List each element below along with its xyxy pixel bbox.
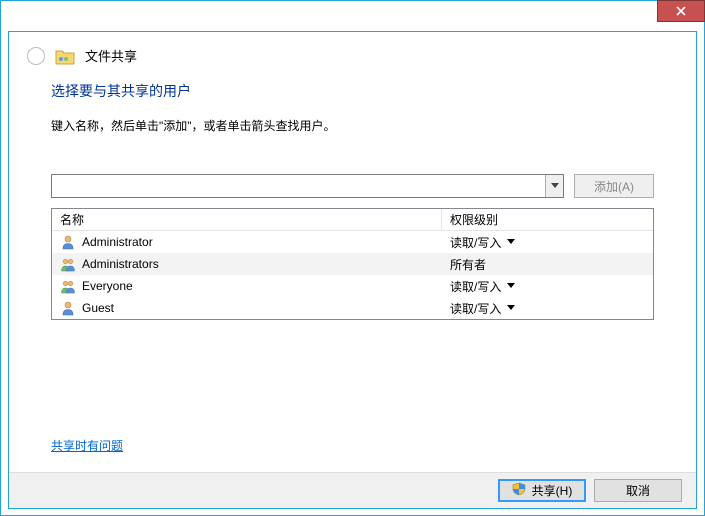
window-title: 文件共享: [85, 46, 137, 65]
chevron-down-icon: [551, 183, 559, 189]
caret-down-icon: [507, 305, 515, 311]
button-footer: 共享(H) 取消: [9, 472, 696, 508]
row-name: Administrators: [82, 257, 159, 271]
content-area: 文件共享 选择要与其共享的用户 键入名称，然后单击"添加"，或者单击箭头查找用户…: [8, 31, 697, 509]
caret-down-icon: [507, 239, 515, 245]
list-header: 名称 权限级别: [52, 209, 653, 231]
column-header-permission[interactable]: 权限级别: [442, 209, 653, 231]
shield-icon: [512, 482, 526, 499]
permission-label: 所有者: [450, 256, 486, 273]
folder-share-icon: [55, 47, 75, 65]
file-sharing-window: 文件共享 选择要与其共享的用户 键入名称，然后单击"添加"，或者单击箭头查找用户…: [0, 0, 705, 516]
permission-label: 读取/写入: [450, 300, 501, 317]
group-icon: [60, 256, 76, 272]
row-name: Everyone: [82, 279, 133, 293]
user-input-row: 添加(A): [51, 174, 654, 198]
user-icon: [60, 234, 76, 250]
list-row[interactable]: Everyone 读取/写入: [52, 275, 653, 297]
user-combobox[interactable]: [51, 174, 564, 198]
caret-down-icon: [507, 283, 515, 289]
permission-cell[interactable]: 读取/写入: [442, 234, 653, 251]
wizard-body: 选择要与其共享的用户 键入名称，然后单击"添加"，或者单击箭头查找用户。 添加(…: [9, 75, 696, 472]
column-header-name[interactable]: 名称: [52, 209, 442, 231]
share-button-label: 共享(H): [532, 482, 573, 499]
help-link-container: 共享时有问题: [51, 437, 654, 454]
help-link[interactable]: 共享时有问题: [51, 439, 123, 453]
combobox-dropdown-button[interactable]: [545, 175, 563, 197]
row-name: Guest: [82, 301, 114, 315]
user-list: 名称 权限级别 Administrator 读取/写入 Administrators…: [51, 208, 654, 320]
cancel-button[interactable]: 取消: [594, 479, 682, 502]
close-button[interactable]: [657, 0, 705, 22]
page-heading: 选择要与其共享的用户: [51, 81, 654, 101]
wizard-header: 文件共享: [9, 32, 696, 75]
share-button[interactable]: 共享(H): [498, 479, 586, 502]
permission-cell[interactable]: 读取/写入: [442, 300, 653, 317]
user-icon: [60, 300, 76, 316]
list-row[interactable]: Administrators 所有者: [52, 253, 653, 275]
close-icon: [676, 6, 686, 16]
permission-cell: 所有者: [442, 256, 653, 273]
list-row[interactable]: Administrator 读取/写入: [52, 231, 653, 253]
permission-cell[interactable]: 读取/写入: [442, 278, 653, 295]
group-icon: [60, 278, 76, 294]
back-button-disabled: [27, 47, 45, 65]
row-name: Administrator: [82, 235, 153, 249]
permission-label: 读取/写入: [450, 234, 501, 251]
permission-label: 读取/写入: [450, 278, 501, 295]
list-row[interactable]: Guest 读取/写入: [52, 297, 653, 319]
title-bar: [1, 1, 704, 31]
user-input[interactable]: [52, 175, 545, 197]
instruction-text: 键入名称，然后单击"添加"，或者单击箭头查找用户。: [51, 117, 654, 134]
add-button[interactable]: 添加(A): [574, 174, 654, 198]
